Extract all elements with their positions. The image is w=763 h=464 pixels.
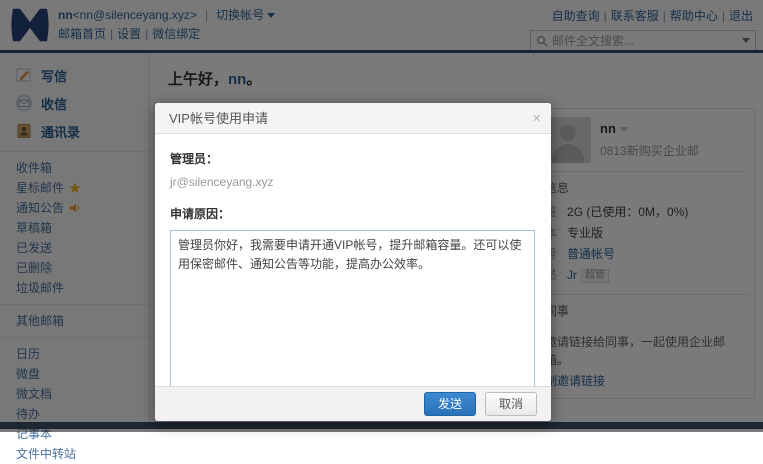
app-label: 文件中转站 xyxy=(16,447,77,461)
vip-request-dialog: VIP帐号使用申请 × 管理员： jr@silenceyang.xyz 申请原因… xyxy=(155,103,551,421)
send-button[interactable]: 发送 xyxy=(423,392,476,416)
dialog-body: 管理员： jr@silenceyang.xyz 申请原因： 管理员你好，我需要申… xyxy=(155,134,551,388)
dialog-footer: 发送 取消 xyxy=(155,386,551,421)
app-file-transfer[interactable]: 文件中转站 xyxy=(0,444,149,464)
reason-label: 申请原因： xyxy=(170,207,231,221)
dialog-title: VIP帐号使用申请 xyxy=(169,111,268,126)
cancel-button[interactable]: 取消 xyxy=(484,392,537,416)
admin-label: 管理员： xyxy=(170,152,219,166)
close-icon[interactable]: × xyxy=(532,103,541,134)
dialog-header: VIP帐号使用申请 × xyxy=(155,103,551,134)
admin-email: jr@silenceyang.xyz xyxy=(170,175,274,189)
reason-textarea[interactable]: 管理员你好，我需要申请开通VIP帐号，提升邮箱容量。还可以使用保密邮件、通知公告… xyxy=(170,230,535,388)
